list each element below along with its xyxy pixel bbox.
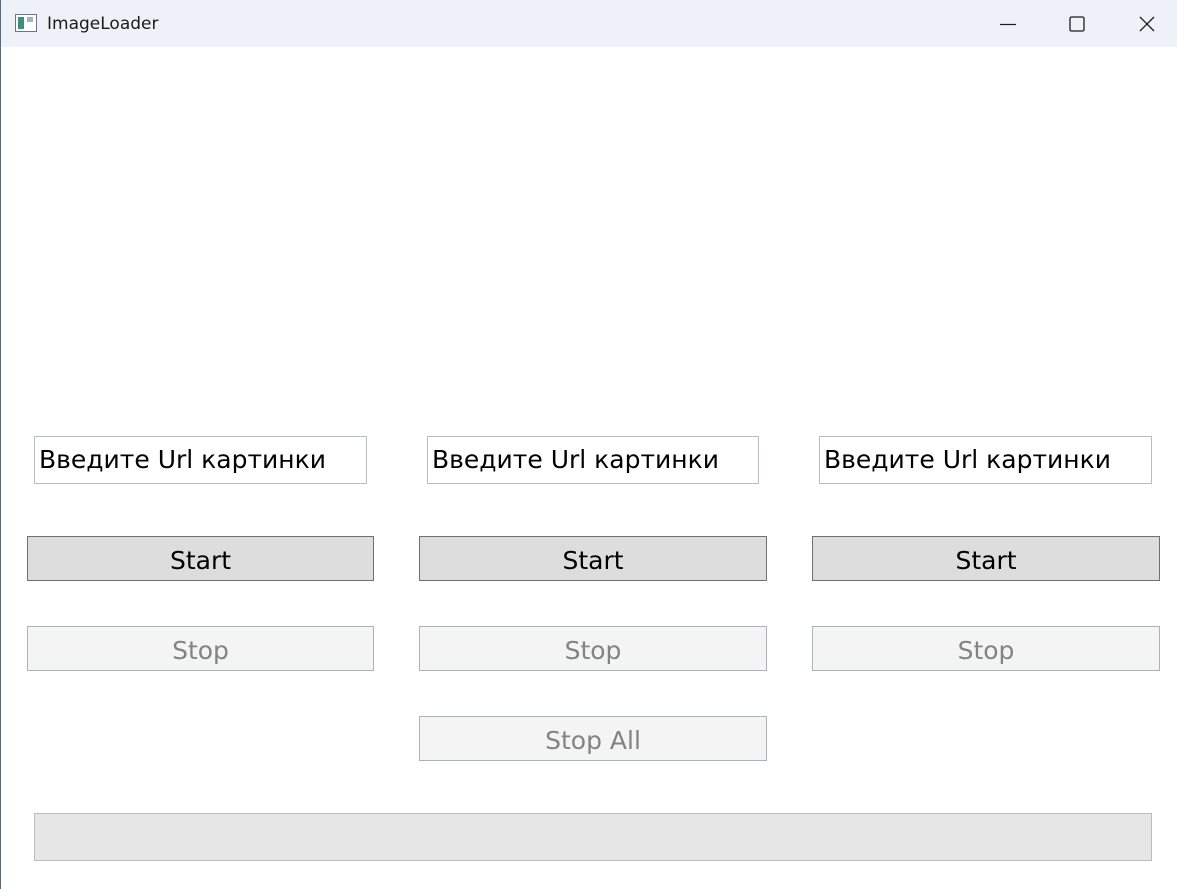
- stop-button-2[interactable]: Stop: [419, 626, 767, 671]
- url-input-3[interactable]: Введите Url картинки: [819, 436, 1152, 484]
- app-icon-pane-right: [27, 17, 33, 22]
- close-icon: [1139, 16, 1155, 32]
- stop-all-button[interactable]: Stop All: [419, 716, 767, 761]
- start-button-1[interactable]: Start: [27, 536, 374, 581]
- maximize-button[interactable]: [1042, 0, 1112, 47]
- url-input-1[interactable]: Введите Url картинки: [34, 436, 367, 484]
- stop-button-1[interactable]: Stop: [27, 626, 374, 671]
- minimize-icon: [1000, 23, 1016, 26]
- progress-bar: [34, 813, 1152, 861]
- start-button-3[interactable]: Start: [812, 536, 1160, 581]
- title-bar[interactable]: ImageLoader: [1, 0, 1177, 47]
- url-input-2[interactable]: Введите Url картинки: [427, 436, 759, 484]
- minimize-button[interactable]: [973, 0, 1043, 47]
- app-icon-pane-left: [18, 17, 24, 29]
- maximize-icon: [1069, 16, 1085, 32]
- window-app-icon: [15, 14, 37, 32]
- stop-button-3[interactable]: Stop: [812, 626, 1160, 671]
- window-title: ImageLoader: [47, 14, 159, 34]
- start-button-2[interactable]: Start: [419, 536, 767, 581]
- app-window: ImageLoader Введите Url картинки Введите…: [0, 0, 1177, 889]
- close-button[interactable]: [1112, 0, 1177, 47]
